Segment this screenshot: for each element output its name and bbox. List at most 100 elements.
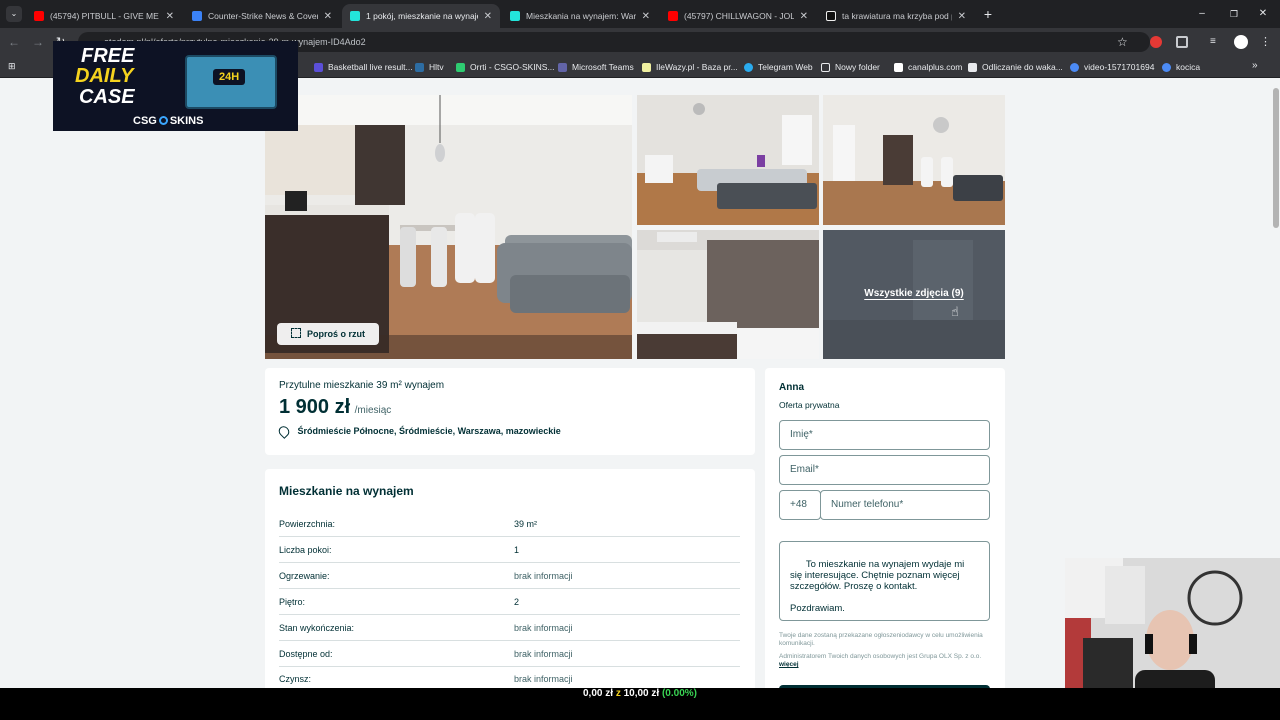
- all-photos-tile[interactable]: Wszystkie zdjęcia (9) ☝: [823, 230, 1005, 359]
- detail-label: Dostępne od:: [279, 649, 333, 659]
- basketball-icon: [314, 62, 323, 72]
- new-tab-button[interactable]: +: [980, 6, 996, 22]
- extensions-puzzle-icon[interactable]: [1176, 36, 1188, 48]
- bookmark-item[interactable]: Telegram Web: [744, 60, 813, 74]
- back-icon[interactable]: ←: [8, 35, 22, 49]
- promo-brand: CSG SKINS: [133, 115, 203, 127]
- price-unit: /miesiąc: [354, 405, 392, 416]
- photo-tile[interactable]: [637, 230, 819, 359]
- bookmark-label: Orrti - CSGO-SKINS...: [470, 62, 555, 72]
- close-icon[interactable]: ✕: [324, 11, 332, 22]
- tab-title: Counter-Strike News & Coverage: [208, 11, 318, 21]
- hltv-icon: [415, 62, 424, 72]
- tab-search-button[interactable]: ⌄: [6, 6, 22, 22]
- bathroom-photo: [637, 230, 819, 359]
- donation-percent: (0.00%): [661, 688, 697, 699]
- website-icon: [192, 11, 202, 21]
- profile-avatar[interactable]: [1234, 35, 1248, 49]
- brand-part2: SKINS: [169, 115, 204, 127]
- price: 1 900 zł /miesiąc: [279, 396, 391, 419]
- browser-tab[interactable]: Counter-Strike News & Coverage ✕: [184, 4, 340, 28]
- restore-icon[interactable]: ❐: [1228, 8, 1240, 20]
- tab-title: 1 pokój, mieszkanie na wynajem: [366, 11, 478, 21]
- browser-tab[interactable]: Mieszkania na wynajem: Warszawa ✕: [502, 4, 658, 28]
- bookmark-item[interactable]: canalplus.com: [894, 60, 962, 74]
- extension-icon[interactable]: [1150, 36, 1162, 48]
- browser-tab[interactable]: ta krawiatura ma krzyba pod pr ✕: [818, 4, 974, 28]
- bookmark-item[interactable]: Odliczanie do waka...: [968, 60, 1063, 74]
- bookmark-label: Hltv: [429, 62, 444, 72]
- detail-value: brak informacji: [514, 649, 573, 659]
- floorplan-label: Poproś o rzut: [307, 329, 365, 339]
- browser-tab[interactable]: (45797) CHILLWAGON - JOLKA ✕: [660, 4, 816, 28]
- floorplan-request-button[interactable]: Poproś o rzut: [277, 323, 379, 345]
- photo-tile[interactable]: [823, 95, 1005, 225]
- privacy-admin-text: Administratorem Twoich danych osobowych …: [779, 653, 982, 660]
- window-close-icon[interactable]: ✕: [1257, 8, 1269, 20]
- message-field[interactable]: To mieszkanie na wynajem wydaje mi się i…: [779, 541, 990, 621]
- apps-grid-icon[interactable]: ⊞: [8, 61, 18, 71]
- brand-logo-icon: [158, 116, 168, 125]
- media-icon[interactable]: ≡: [1210, 36, 1222, 48]
- detail-label: Czynsz:: [279, 674, 312, 684]
- location-pin-icon: [276, 424, 292, 440]
- tab-title: Mieszkania na wynajem: Warszawa: [526, 11, 636, 21]
- all-photos-link[interactable]: Wszystkie zdjęcia (9): [823, 288, 1005, 299]
- divider: [279, 640, 740, 641]
- donation-goal-bar: 0,00 zł z 10,00 zł (0.00%): [0, 688, 1280, 720]
- bookmark-item[interactable]: Orrti - CSGO-SKINS...: [456, 60, 555, 74]
- bookmark-label: Telegram Web: [758, 62, 813, 72]
- bookmark-item[interactable]: kocica: [1162, 60, 1200, 74]
- bookmark-item[interactable]: Microsoft Teams: [558, 60, 634, 74]
- browser-tab[interactable]: (45794) PITBULL - GIVE ME EVERYTHING ✕: [26, 4, 182, 28]
- bookmark-item[interactable]: IleWazy.pl - Baza pr...: [642, 60, 738, 74]
- price-value: 1 900 zł: [279, 396, 351, 418]
- forward-icon[interactable]: →: [32, 35, 46, 49]
- more-bookmarks-icon[interactable]: »: [1252, 60, 1258, 71]
- minimize-icon[interactable]: –: [1196, 8, 1208, 20]
- phone-prefix-field[interactable]: +48: [779, 490, 821, 520]
- close-icon[interactable]: ✕: [958, 11, 966, 22]
- promo-banner[interactable]: FREE DAILY CASE 24H CSG SKINS: [53, 41, 298, 131]
- detail-label: Piętro:: [279, 597, 306, 607]
- bookmark-star-icon[interactable]: ☆: [1117, 35, 1131, 49]
- photo-tile[interactable]: [637, 95, 819, 225]
- living-room-photo: [265, 95, 632, 359]
- bookmark-label: Basketball live result...: [328, 62, 413, 72]
- privacy-note: Twoje dane zostaną przekazane ogłoszenio…: [779, 632, 983, 647]
- bookmark-label: Nowy folder: [835, 62, 880, 72]
- divider: [279, 666, 740, 667]
- donation-goal-text: 0,00 zł z 10,00 zł (0.00%): [0, 688, 1280, 700]
- menu-icon[interactable]: ⋮: [1260, 35, 1271, 49]
- page-icon: [968, 62, 977, 72]
- close-icon[interactable]: ✕: [166, 11, 174, 22]
- otodom-icon: [350, 11, 360, 21]
- contact-card: Anna Oferta prywatna Imię* Email* +48 Nu…: [765, 368, 1005, 688]
- detail-value: brak informacji: [514, 674, 573, 684]
- more-link[interactable]: więcej: [779, 661, 799, 668]
- tab-strip: ⌄ (45794) PITBULL - GIVE ME EVERYTHING ✕…: [0, 0, 1280, 28]
- location: Śródmieście Północne, Śródmieście, Warsz…: [276, 424, 561, 440]
- close-icon[interactable]: ✕: [642, 11, 650, 22]
- listing-summary-card: Przytulne mieszkanie 39 m² wynajem 1 900…: [265, 368, 755, 455]
- email-field[interactable]: Email*: [779, 455, 990, 485]
- offer-type: Oferta prywatna: [779, 400, 840, 410]
- browser-tab-active[interactable]: 1 pokój, mieszkanie na wynajem ✕: [342, 4, 500, 28]
- details-card: Mieszkanie na wynajem Powierzchnia: 39 m…: [265, 469, 755, 688]
- bookmark-item[interactable]: Basketball live result...: [314, 60, 413, 74]
- promo-line2: DAILY: [75, 65, 134, 87]
- floorplan-icon: [291, 328, 301, 338]
- donation-current: 0,00 zł: [583, 688, 614, 699]
- name-field[interactable]: Imię*: [779, 420, 990, 450]
- scrollbar-thumb[interactable]: [1273, 88, 1279, 228]
- close-icon[interactable]: ✕: [484, 11, 492, 22]
- bookmark-item[interactable]: video-1571701694: [1070, 60, 1154, 74]
- telegram-icon: [744, 62, 753, 72]
- bookmark-item[interactable]: Nowy folder: [821, 60, 880, 74]
- teams-icon: [558, 62, 567, 72]
- bookmark-item[interactable]: Hltv: [415, 60, 444, 74]
- phone-field[interactable]: Numer telefonu*: [820, 490, 990, 520]
- otodom-icon: [510, 11, 520, 21]
- close-icon[interactable]: ✕: [800, 11, 808, 22]
- main-photo[interactable]: Poproś o rzut: [265, 95, 632, 359]
